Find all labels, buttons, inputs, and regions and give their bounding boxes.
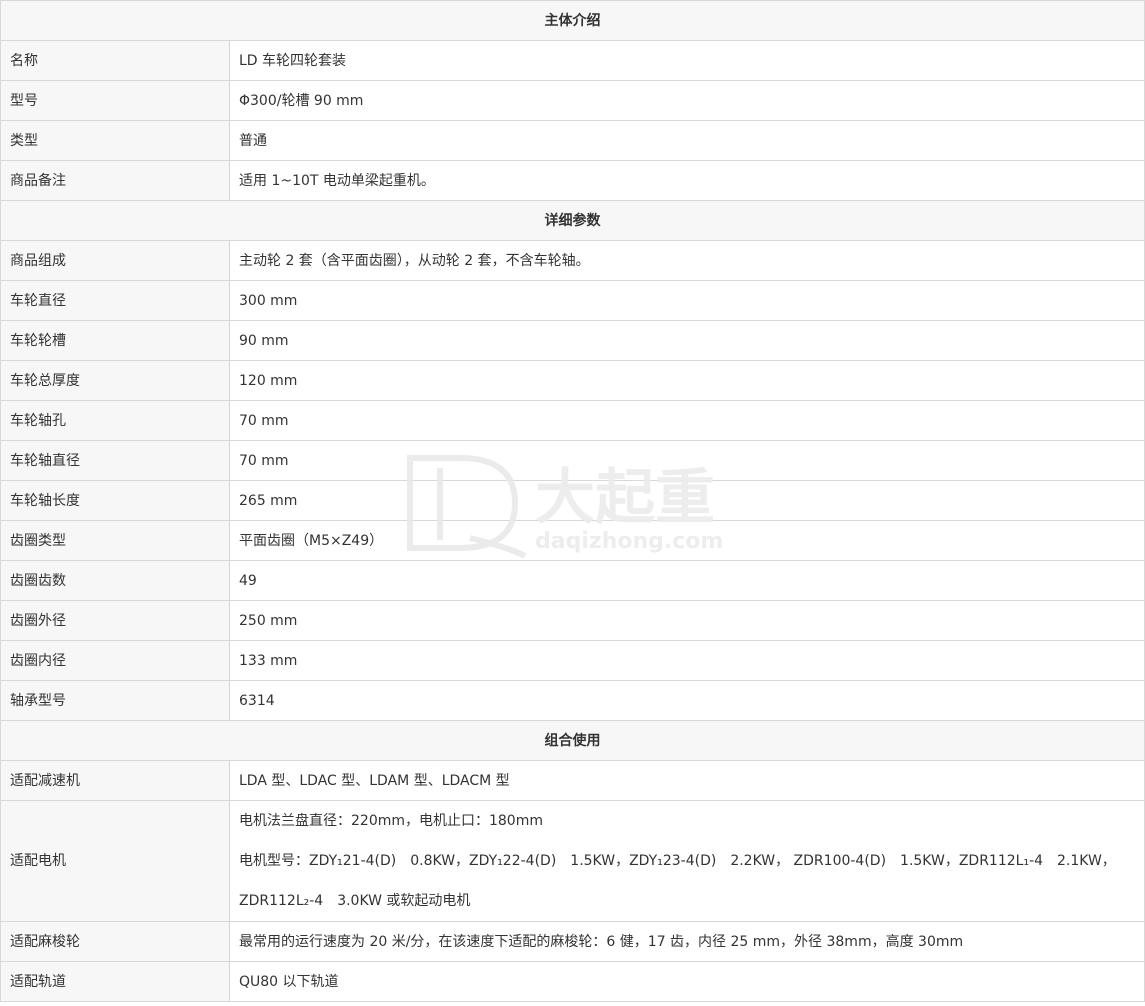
row-label: 适配减速机	[0, 760, 230, 801]
section-title-main-intro: 主体介绍	[0, 0, 1145, 41]
row-value: 平面齿圈（M5×Z49）	[229, 520, 1145, 561]
section-header: 详细参数	[0, 200, 1145, 241]
table-row: 适配轨道 QU80 以下轨道	[0, 961, 1145, 1002]
row-value: 90 mm	[229, 320, 1145, 361]
row-value: 265 mm	[229, 480, 1145, 521]
row-value: QU80 以下轨道	[229, 961, 1145, 1002]
table-row: 车轮直径 300 mm	[0, 280, 1145, 321]
row-label: 齿圈类型	[0, 520, 230, 561]
row-label: 车轮轴直径	[0, 440, 230, 481]
motor-flange-line: 电机法兰盘直径：220mm，电机止口：180mm	[239, 813, 543, 829]
section-title-details: 详细参数	[0, 200, 1145, 241]
row-label: 商品组成	[0, 240, 230, 281]
row-value-lines: 电机法兰盘直径：220mm，电机止口：180mm 电机型号：ZDY₁21-4(D…	[229, 800, 1145, 922]
row-value: 主动轮 2 套（含平面齿圈），从动轮 2 套，不含车轮轴。	[229, 240, 1145, 281]
table-row: 齿圈齿数 49	[0, 560, 1145, 601]
spec-table: 主体介绍 名称 LD 车轮四轮套装 型号 Φ300/轮槽 90 mm 类型 普通 商品…	[0, 0, 1145, 1002]
row-label: 车轮轴长度	[0, 480, 230, 521]
row-value: 70 mm	[229, 440, 1145, 481]
table-row: 适配减速机 LDA 型、LDAC 型、LDAM 型、LDACM 型	[0, 760, 1145, 801]
row-value: LDA 型、LDAC 型、LDAM 型、LDACM 型	[229, 760, 1145, 801]
row-label: 适配轨道	[0, 961, 230, 1002]
row-value: 49	[229, 560, 1145, 601]
row-label: 适配电机	[0, 800, 230, 922]
motor-model-line-cont: ZDR112L₂-4 3.0KW 或软起动电机	[239, 893, 471, 909]
table-row: 车轮轴长度 265 mm	[0, 480, 1145, 521]
row-label: 齿圈外径	[0, 600, 230, 641]
table-row: 类型 普通	[0, 120, 1145, 161]
row-value: 最常用的运行速度为 20 米/分，在该速度下适配的麻梭轮：6 健，17 齿，内径…	[229, 921, 1145, 962]
table-row: 商品组成 主动轮 2 套（含平面齿圈），从动轮 2 套，不含车轮轴。	[0, 240, 1145, 281]
table-row: 车轮轴直径 70 mm	[0, 440, 1145, 481]
row-value: 120 mm	[229, 360, 1145, 401]
motor-model-line: 电机型号：ZDY₁21-4(D) 0.8KW，ZDY₁22-4(D) 1.5KW…	[239, 853, 1116, 869]
row-value: 250 mm	[229, 600, 1145, 641]
row-value: LD 车轮四轮套装	[229, 40, 1145, 81]
section-title-combination: 组合使用	[0, 720, 1145, 761]
row-value: 300 mm	[229, 280, 1145, 321]
table-row-multiline: 适配电机 电机法兰盘直径：220mm，电机止口：180mm 电机型号：ZDY₁2…	[0, 800, 1145, 922]
row-label: 车轮总厚度	[0, 360, 230, 401]
row-label: 车轮轮槽	[0, 320, 230, 361]
row-label: 齿圈齿数	[0, 560, 230, 601]
row-value: 普通	[229, 120, 1145, 161]
row-label: 名称	[0, 40, 230, 81]
table-row: 型号 Φ300/轮槽 90 mm	[0, 80, 1145, 121]
row-value: 适用 1~10T 电动单梁起重机。	[229, 160, 1145, 201]
row-label: 适配麻梭轮	[0, 921, 230, 962]
table-row: 名称 LD 车轮四轮套装	[0, 40, 1145, 81]
row-label: 商品备注	[0, 160, 230, 201]
row-label: 车轮直径	[0, 280, 230, 321]
table-row: 车轮轴孔 70 mm	[0, 400, 1145, 441]
row-value: 6314	[229, 680, 1145, 721]
table-row: 车轮总厚度 120 mm	[0, 360, 1145, 401]
row-label: 型号	[0, 80, 230, 121]
table-row: 车轮轮槽 90 mm	[0, 320, 1145, 361]
table-row: 齿圈内径 133 mm	[0, 640, 1145, 681]
table-row: 商品备注 适用 1~10T 电动单梁起重机。	[0, 160, 1145, 201]
table-row: 轴承型号 6314	[0, 680, 1145, 721]
table-row: 齿圈外径 250 mm	[0, 600, 1145, 641]
row-value: 133 mm	[229, 640, 1145, 681]
row-label: 齿圈内径	[0, 640, 230, 681]
section-header: 主体介绍	[0, 0, 1145, 41]
table-row: 齿圈类型 平面齿圈（M5×Z49）	[0, 520, 1145, 561]
section-header: 组合使用	[0, 720, 1145, 761]
row-label: 类型	[0, 120, 230, 161]
row-label: 轴承型号	[0, 680, 230, 721]
row-label: 车轮轴孔	[0, 400, 230, 441]
row-value: 70 mm	[229, 400, 1145, 441]
table-row: 适配麻梭轮 最常用的运行速度为 20 米/分，在该速度下适配的麻梭轮：6 健，17…	[0, 921, 1145, 962]
row-value: Φ300/轮槽 90 mm	[229, 80, 1145, 121]
